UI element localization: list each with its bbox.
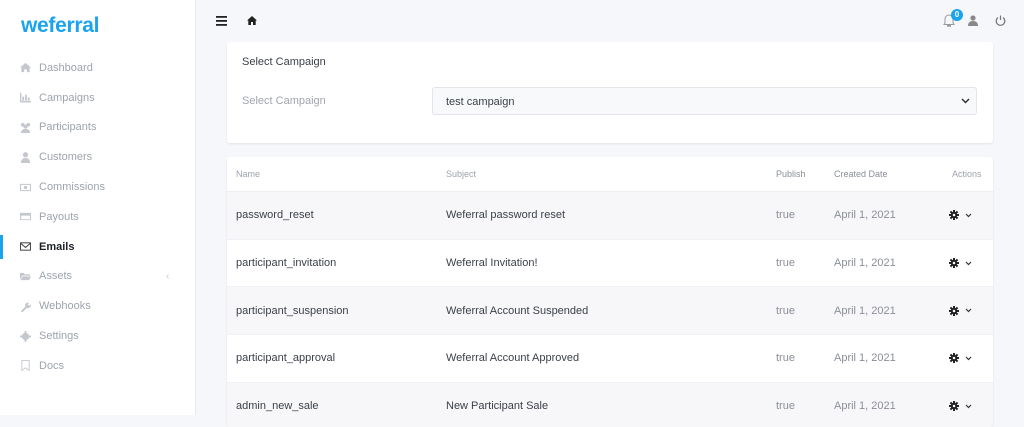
gear-icon bbox=[949, 305, 959, 316]
header-name[interactable]: Name bbox=[236, 169, 260, 179]
chevron-down-icon bbox=[965, 213, 972, 218]
table-row: participant_invitation Weferral Invitatio… bbox=[227, 240, 993, 288]
wrench-icon bbox=[20, 302, 31, 312]
cell-created: April 1, 2021 bbox=[834, 209, 896, 222]
sidebar-item-assets[interactable]: Assets ‹ bbox=[0, 262, 196, 292]
actions-button[interactable] bbox=[949, 258, 972, 269]
header-publish[interactable]: Publish bbox=[776, 169, 806, 179]
sidebar-item-participants[interactable]: Participants bbox=[0, 113, 196, 143]
campaign-card: Select Campaign Select Campaign test cam… bbox=[227, 42, 993, 143]
actions-button[interactable] bbox=[949, 353, 972, 364]
chevron-down-icon bbox=[965, 261, 972, 265]
header-actions: Actions bbox=[952, 169, 982, 179]
sidebar-item-label: Webhooks bbox=[39, 300, 91, 313]
table-row: admin_new_sale New Participant Sale true Ap… bbox=[227, 382, 993, 427]
gear-icon bbox=[20, 330, 31, 342]
table-body: password_reset Weferral password reset tru… bbox=[227, 192, 993, 427]
sidebar-item-label: Settings bbox=[39, 330, 79, 343]
bookmark-icon bbox=[21, 360, 30, 372]
chart-icon bbox=[20, 93, 31, 103]
table-row: participant_approval Weferral Account App… bbox=[227, 335, 993, 383]
cell-subject: Weferral Account Suspended bbox=[446, 304, 589, 317]
cell-name: admin_new_sale bbox=[236, 400, 319, 413]
chevron-left-icon: ‹ bbox=[166, 270, 170, 282]
power-icon[interactable] bbox=[995, 15, 1006, 26]
cell-subject: Weferral Account Approved bbox=[446, 352, 580, 365]
sidebar-item-label: Dashboard bbox=[39, 61, 93, 74]
cell-subject: Weferral Invitation! bbox=[446, 257, 538, 270]
cell-name: participant_invitation bbox=[236, 257, 337, 270]
menu-icon[interactable] bbox=[216, 16, 227, 26]
chevron-down-icon bbox=[965, 404, 972, 408]
cell-publish: true bbox=[776, 209, 795, 222]
money-icon bbox=[20, 183, 31, 191]
table-row: participant_suspension Weferral Account S… bbox=[227, 287, 993, 336]
sidebar-item-label: Emails bbox=[39, 240, 75, 253]
envelope-icon bbox=[20, 242, 31, 251]
user-icon bbox=[20, 151, 31, 163]
header-created-date[interactable]: Created Date bbox=[834, 169, 888, 179]
chevron-down-icon bbox=[965, 356, 972, 361]
campaign-select[interactable]: test campaign bbox=[432, 87, 977, 115]
home-icon[interactable] bbox=[247, 16, 257, 25]
cell-name: participant_approval bbox=[236, 352, 336, 365]
folder-icon bbox=[20, 272, 31, 281]
topbar bbox=[196, 0, 1024, 42]
sidebar-item-settings[interactable]: Settings bbox=[0, 321, 196, 351]
sidebar-item-label: Commissions bbox=[39, 181, 106, 194]
sidebar-item-dashboard[interactable]: Dashboard bbox=[0, 53, 196, 83]
cell-created: April 1, 2021 bbox=[834, 304, 896, 317]
sidebar-item-label: Payouts bbox=[39, 210, 79, 223]
table-row: password_reset Weferral password reset tru… bbox=[227, 192, 993, 240]
cell-publish: true bbox=[776, 400, 795, 413]
card-title: Select Campaign bbox=[242, 56, 326, 68]
gear-icon bbox=[949, 401, 959, 412]
sidebar-item-customers[interactable]: Customers bbox=[0, 142, 196, 172]
notification-badge: 0 bbox=[951, 9, 963, 21]
actions-button[interactable] bbox=[949, 210, 972, 221]
sidebar-item-webhooks[interactable]: Webhooks bbox=[0, 291, 196, 321]
sidebar-item-emails[interactable]: Emails bbox=[0, 232, 196, 262]
user-icon[interactable] bbox=[968, 15, 978, 26]
sidebar-item-label: Campaigns bbox=[39, 91, 95, 104]
users-icon bbox=[20, 122, 31, 133]
emails-table: Name Subject Publish Created Date Action… bbox=[227, 157, 993, 427]
header-subject[interactable]: Subject bbox=[446, 169, 476, 179]
actions-button[interactable] bbox=[949, 401, 972, 412]
table-header: Name Subject Publish Created Date Action… bbox=[227, 157, 993, 192]
sidebar-nav: Dashboard Campaigns Participants Customers C… bbox=[0, 53, 196, 381]
cell-created: April 1, 2021 bbox=[834, 400, 896, 413]
cell-subject: Weferral password reset bbox=[446, 209, 566, 222]
campaign-select-value: test campaign bbox=[446, 96, 515, 108]
cell-name: password_reset bbox=[236, 209, 314, 222]
campaign-label: Select Campaign bbox=[242, 95, 326, 107]
sidebar-item-label: Docs bbox=[39, 359, 65, 372]
cell-publish: true bbox=[776, 304, 795, 317]
cell-subject: New Participant Sale bbox=[446, 400, 549, 413]
sidebar: weferral Dashboard Campaigns Participants C… bbox=[0, 0, 196, 415]
home-icon bbox=[20, 63, 31, 73]
logo[interactable]: weferral bbox=[21, 14, 99, 38]
sidebar-item-campaigns[interactable]: Campaigns bbox=[0, 83, 196, 113]
sidebar-item-payouts[interactable]: Payouts bbox=[0, 202, 196, 232]
sidebar-item-label: Customers bbox=[39, 151, 93, 164]
gear-icon bbox=[949, 353, 959, 364]
sidebar-item-label: Assets bbox=[39, 270, 73, 283]
sidebar-item-label: Participants bbox=[39, 121, 97, 134]
cell-created: April 1, 2021 bbox=[834, 257, 896, 270]
cell-created: April 1, 2021 bbox=[834, 352, 896, 365]
chevron-down-icon bbox=[961, 98, 970, 104]
chevron-down-icon bbox=[965, 308, 972, 313]
cell-publish: true bbox=[776, 257, 795, 270]
sidebar-item-docs[interactable]: Docs bbox=[0, 351, 196, 381]
cell-name: participant_suspension bbox=[236, 304, 349, 317]
sidebar-item-commissions[interactable]: Commissions bbox=[0, 172, 196, 202]
actions-button[interactable] bbox=[949, 305, 972, 316]
cell-publish: true bbox=[776, 352, 795, 365]
gear-icon bbox=[949, 258, 959, 269]
gear-icon bbox=[949, 210, 959, 221]
credit-card-icon bbox=[20, 213, 31, 221]
